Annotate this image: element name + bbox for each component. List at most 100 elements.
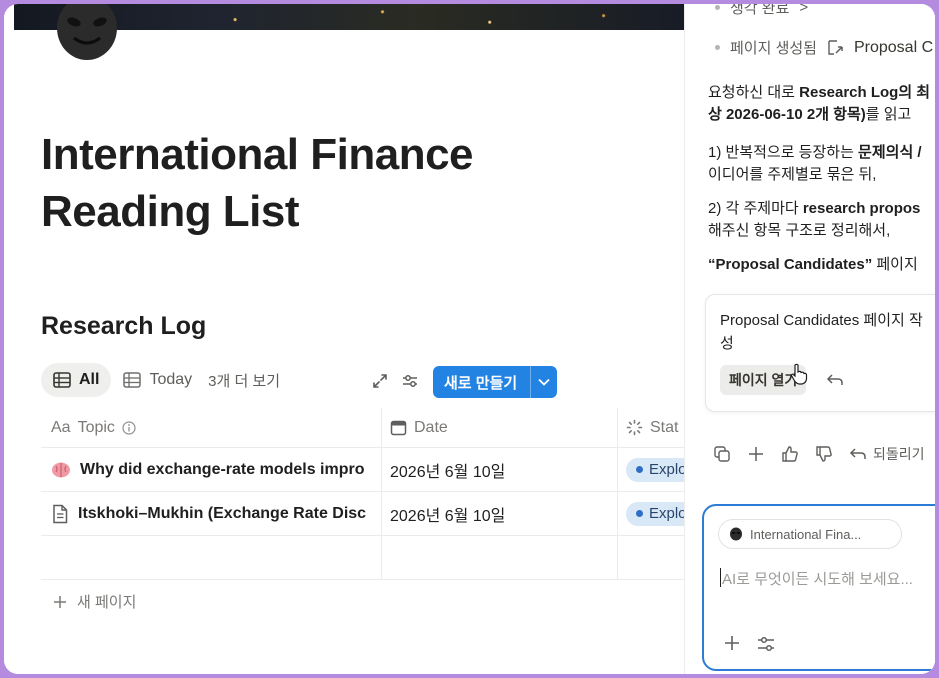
text-type-icon: Aa [51, 418, 71, 436]
table-row[interactable]: Itskhoki–Mukhin (Exchange Rate Disc 2026… [41, 492, 697, 536]
message-text: 2) 각 주제마다 [708, 200, 803, 217]
hand-pointer-icon [790, 363, 808, 385]
plus-icon [54, 595, 66, 608]
row-title: Itskhoki–Mukhin (Exchange Rate Disc [78, 504, 367, 522]
document-icon [53, 504, 68, 523]
assistant-message-line: 해주신 항목 구조로 정리해서, [708, 220, 935, 242]
database-table: Aa Topic Date Stat Why did exchange-rate… [41, 408, 697, 580]
settings-sliders-icon[interactable] [756, 635, 776, 653]
assistant-message-line: “Proposal Candidates” 페이지 [708, 254, 935, 276]
message-bold: 문제의식 / [858, 144, 922, 161]
assistant-message-line: 이디어를 주제별로 묶은 뒤, [708, 164, 935, 186]
alien-face-icon[interactable] [54, 4, 120, 64]
message-bold: Research Log의 최 [799, 84, 931, 101]
step-label: 페이지 생성됨 [730, 40, 817, 57]
new-page-label: 새 페이지 [77, 594, 137, 611]
card-title: Proposal Candidates 페이지 작성 [720, 312, 923, 352]
view-tabs: All Today 3개 더 보기 [41, 362, 280, 398]
action-card: Proposal Candidates 페이지 작성 페이지 열기 [705, 294, 935, 412]
created-page-link[interactable]: Proposal C [854, 39, 933, 57]
database-title[interactable]: Research Log [41, 312, 206, 341]
copy-icon[interactable] [713, 445, 731, 463]
message-text: 를 읽고 [865, 106, 912, 123]
column-topic[interactable]: Aa Topic [51, 408, 377, 447]
table-icon [53, 372, 71, 388]
step-label: 생각 완료 [730, 4, 790, 17]
page-link-icon [828, 40, 843, 55]
new-item-button[interactable]: 새로 만들기 [433, 366, 557, 398]
assistant-message-line: 요청하신 대로 Research Log의 최 [708, 82, 935, 104]
undo-label: 되돌리기 [873, 446, 925, 462]
assistant-message-line: 2) 각 주제마다 research propos [708, 198, 935, 220]
message-bold: 상 2026-06-10 2개 항목) [708, 106, 866, 123]
message-bold: “Proposal Candidates” [708, 256, 873, 273]
filter-sliders-icon[interactable] [401, 372, 419, 390]
empty-cell[interactable] [381, 536, 613, 579]
tab-today[interactable]: Today [111, 363, 204, 397]
status-label: Explo [649, 505, 687, 522]
new-page-button[interactable]: 새 페이지 [53, 591, 136, 612]
tab-label: All [79, 371, 100, 388]
step-thinking[interactable]: 생각 완료 > [715, 4, 808, 18]
empty-cell[interactable] [51, 536, 377, 579]
status-spinner-icon [626, 419, 643, 436]
undo-button[interactable]: 되돌리기 [849, 444, 925, 464]
undo-icon[interactable] [826, 372, 844, 388]
table-icon [123, 372, 142, 388]
context-chip-label: International Fina... [750, 526, 862, 542]
message-actions: 되돌리기 [713, 444, 925, 464]
step-page-created: 페이지 생성됨 Proposal C [715, 37, 933, 58]
status-label: Explo [649, 461, 687, 478]
row-title-cell[interactable]: Itskhoki–Mukhin (Exchange Rate Disc [51, 492, 377, 535]
calendar-icon [390, 420, 407, 436]
thumbs-down-icon[interactable] [815, 445, 833, 463]
ai-composer[interactable]: International Fina... AI로 무엇이든 시도해 보세요..… [702, 504, 935, 671]
column-date[interactable]: Date [381, 408, 613, 447]
tab-label: Today [149, 371, 193, 388]
brain-icon [52, 462, 70, 477]
table-row[interactable]: Why did exchange-rate models impro 2026년… [41, 448, 697, 492]
message-text: 이디어를 주제별로 묶은 뒤, [708, 166, 877, 183]
column-label: Topic [77, 418, 115, 436]
more-views-button[interactable]: 3개 더 보기 [208, 370, 280, 391]
message-text: 해주신 항목 구조로 정리해서, [708, 222, 891, 239]
message-text: 1) 반복적으로 등장하는 [708, 144, 859, 161]
row-date-cell[interactable]: 2026년 6월 10일 [381, 448, 613, 491]
expand-icon[interactable] [371, 372, 389, 390]
message-bold: research propos [802, 200, 921, 217]
undo-icon [849, 448, 866, 459]
row-title: Why did exchange-rate models impro [80, 460, 365, 478]
new-item-label: 새로 만들기 [444, 374, 518, 392]
chevron-right-icon: > [799, 4, 809, 16]
chevron-down-icon [538, 378, 550, 386]
plus-icon[interactable] [723, 634, 741, 652]
alien-face-icon [730, 527, 742, 541]
status-dot [636, 466, 643, 473]
tab-all[interactable]: All [41, 363, 112, 397]
message-text: 페이지 [872, 256, 918, 273]
app-window: International Finance Reading List Resea… [4, 4, 935, 674]
row-date-cell[interactable]: 2026년 6월 10일 [381, 492, 613, 535]
ai-assistant-panel: 생각 완료 > 페이지 생성됨 Proposal C 요청하신 대로 Resea… [684, 4, 935, 674]
bullet [715, 45, 720, 50]
column-label: Date [414, 418, 448, 436]
table-header: Aa Topic Date Stat [41, 408, 684, 448]
message-text: 요청하신 대로 [708, 84, 800, 101]
info-icon[interactable] [122, 420, 136, 435]
thumbs-up-icon[interactable] [781, 445, 799, 463]
bullet [715, 5, 720, 10]
row-date: 2026년 6월 10일 [390, 463, 506, 481]
page-content: International Finance Reading List Resea… [4, 4, 697, 674]
prompt-input[interactable]: AI로 무엇이든 시도해 보세요... [720, 568, 913, 589]
column-label: Stat [650, 418, 679, 436]
status-dot [636, 510, 643, 517]
page-title[interactable]: International Finance Reading List [41, 126, 641, 240]
new-item-dropdown[interactable] [531, 378, 557, 386]
row-title-cell[interactable]: Why did exchange-rate models impro [51, 448, 377, 491]
plus-icon[interactable] [747, 445, 765, 463]
assistant-message-line: 1) 반복적으로 등장하는 문제의식 / [708, 142, 935, 164]
context-chip[interactable]: International Fina... [718, 519, 902, 549]
row-date: 2026년 6월 10일 [390, 507, 506, 525]
assistant-message-line: 상 2026-06-10 2개 항목)를 읽고 [708, 104, 935, 126]
table-row-empty[interactable] [41, 536, 684, 580]
